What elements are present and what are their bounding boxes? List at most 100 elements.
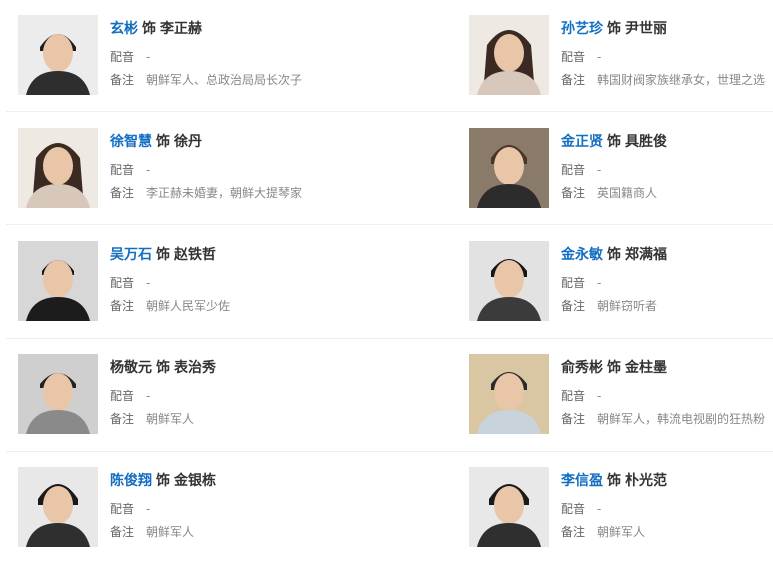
actor-name[interactable]: 陈俊翔	[110, 473, 152, 489]
voice-label: 配音	[561, 50, 586, 64]
role-separator: 饰	[156, 360, 170, 376]
role-separator: 饰	[142, 21, 156, 37]
voice-row: 配音 -	[561, 387, 773, 404]
portrait-image	[18, 15, 98, 95]
note-label: 备注	[110, 186, 135, 200]
actor-photo-portrait-man-sweater[interactable]	[469, 354, 549, 434]
role-name: 金银栋	[174, 473, 216, 489]
actor-name[interactable]: 徐智慧	[110, 134, 152, 150]
cast-item: 李信盈饰朴光范 配音 - 备注 朝鲜军人	[469, 467, 773, 567]
note-label: 备注	[110, 525, 135, 539]
name-line: 金正贤饰具胜俊	[561, 131, 667, 151]
role-name: 朴光范	[625, 473, 667, 489]
voice-label: 配音	[561, 163, 586, 177]
cast-item: 徐智慧饰徐丹 配音 - 备注 李正赫未婚妻，朝鲜大提琴家	[18, 128, 378, 228]
voice-label: 配音	[110, 276, 135, 290]
voice-label: 配音	[561, 502, 586, 516]
role-name: 尹世丽	[625, 21, 667, 37]
note-label: 备注	[561, 412, 586, 426]
note-row: 备注 李正赫未婚妻，朝鲜大提琴家	[110, 184, 302, 201]
actor-photo-portrait-young-man[interactable]	[469, 467, 549, 547]
note-row: 备注 朝鲜军人、总政治局局长次子	[110, 71, 302, 88]
voice-row: 配音 -	[110, 274, 150, 291]
portrait-image	[18, 128, 98, 208]
role-separator: 饰	[607, 360, 621, 376]
actor-photo-portrait-man-suit-waving[interactable]	[18, 241, 98, 321]
role-separator: 饰	[156, 247, 170, 263]
voice-value: -	[146, 50, 151, 64]
voice-value: -	[597, 163, 602, 177]
voice-value: -	[146, 389, 151, 403]
voice-value: -	[597, 502, 602, 516]
portrait-image	[469, 15, 549, 95]
voice-label: 配音	[110, 389, 135, 403]
name-line: 徐智慧饰徐丹	[110, 131, 202, 151]
actor-photo-portrait-man-short-hair[interactable]	[18, 15, 98, 95]
note-value: 朝鲜人民军少佐	[146, 299, 231, 313]
voice-label: 配音	[561, 276, 586, 290]
voice-label: 配音	[110, 50, 135, 64]
note-row: 备注 朝鲜军人	[110, 523, 194, 540]
actor-name[interactable]: 玄彬	[110, 21, 138, 37]
cast-item: 孙艺珍饰尹世丽 配音 - 备注 韩国财阀家族继承女，世理之选	[469, 15, 773, 115]
name-line: 俞秀彬饰金柱墨	[561, 357, 667, 377]
note-row: 备注 朝鲜军人	[110, 410, 194, 427]
role-name: 具胜俊	[625, 134, 667, 150]
actor-name[interactable]: 孙艺珍	[561, 21, 603, 37]
role-name: 徐丹	[174, 134, 202, 150]
actor-photo-portrait-woman-long-hair[interactable]	[469, 15, 549, 95]
role-name: 表治秀	[174, 360, 216, 376]
note-value: 朝鲜军人	[597, 525, 646, 539]
name-line: 杨敬元饰表治秀	[110, 357, 216, 377]
voice-row: 配音 -	[110, 500, 150, 517]
cast-item: 金永敏饰郑满福 配音 - 备注 朝鲜窃听者	[469, 241, 773, 341]
actor-name: 杨敬元	[110, 360, 152, 376]
actor-name[interactable]: 金永敏	[561, 247, 603, 263]
cast-item: 金正贤饰具胜俊 配音 - 备注 英国籍商人	[469, 128, 773, 228]
name-line: 吴万石饰赵铁哲	[110, 244, 216, 264]
role-separator: 饰	[607, 134, 621, 150]
actor-name[interactable]: 吴万石	[110, 247, 152, 263]
voice-row: 配音 -	[110, 387, 150, 404]
row-divider	[6, 111, 773, 112]
role-separator: 饰	[156, 473, 170, 489]
note-value: 朝鲜军人	[146, 412, 195, 426]
role-name: 李正赫	[160, 21, 202, 37]
actor-name: 俞秀彬	[561, 360, 603, 376]
actor-photo-portrait-young-man[interactable]	[18, 467, 98, 547]
note-label: 备注	[110, 299, 135, 313]
voice-value: -	[146, 276, 151, 290]
role-separator: 饰	[607, 247, 621, 263]
actor-photo-portrait-man-smiling[interactable]	[18, 354, 98, 434]
voice-value: -	[146, 163, 151, 177]
voice-row: 配音 -	[110, 161, 150, 178]
portrait-image	[469, 241, 549, 321]
voice-row: 配音 -	[110, 48, 150, 65]
role-name: 郑满福	[625, 247, 667, 263]
row-divider	[6, 338, 773, 339]
note-row: 备注 英国籍商人	[561, 184, 773, 201]
note-row: 备注 朝鲜军人	[561, 523, 773, 540]
voice-row: 配音 -	[561, 48, 773, 65]
voice-label: 配音	[110, 502, 135, 516]
role-separator: 饰	[607, 21, 621, 37]
note-row: 备注 朝鲜窃听者	[561, 297, 773, 314]
actor-photo-portrait-man-jacket[interactable]	[469, 241, 549, 321]
note-value: 朝鲜军人，韩流电视剧的狂热粉	[597, 412, 766, 426]
cast-item: 杨敬元饰表治秀 配音 - 备注 朝鲜军人	[18, 354, 378, 454]
actor-photo-portrait-man-coat[interactable]	[469, 128, 549, 208]
role-name: 赵铁哲	[174, 247, 216, 263]
actor-photo-portrait-woman-long-hair[interactable]	[18, 128, 98, 208]
portrait-image	[469, 354, 549, 434]
actor-name[interactable]: 李信盈	[561, 473, 603, 489]
portrait-image	[469, 128, 549, 208]
note-value: 朝鲜窃听者	[597, 299, 658, 313]
actor-name[interactable]: 金正贤	[561, 134, 603, 150]
name-line: 陈俊翔饰金银栋	[110, 470, 216, 490]
note-value: 英国籍商人	[597, 186, 658, 200]
name-line: 金永敏饰郑满福	[561, 244, 667, 264]
note-value: 朝鲜军人、总政治局局长次子	[146, 73, 303, 87]
row-divider	[6, 451, 773, 452]
role-separator: 饰	[607, 473, 621, 489]
voice-row: 配音 -	[561, 500, 773, 517]
